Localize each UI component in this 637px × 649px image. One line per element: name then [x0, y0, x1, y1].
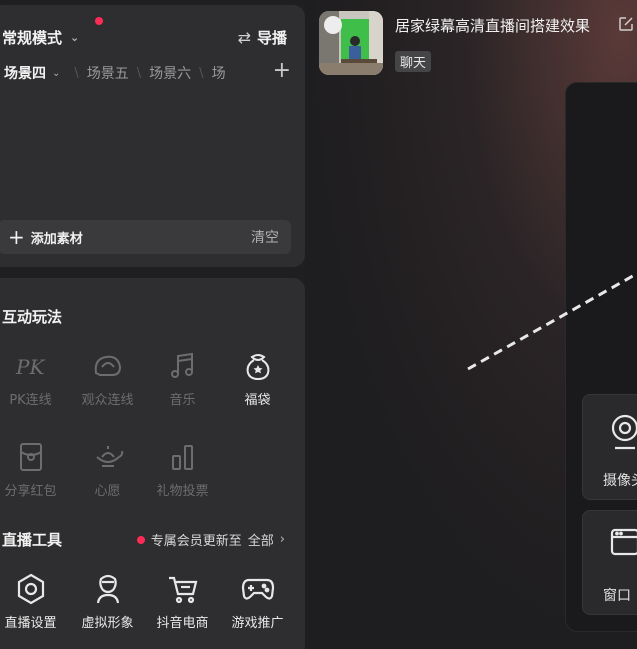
pk-icon: PK — [0, 350, 68, 382]
category-tag[interactable]: 聊天 — [395, 51, 432, 72]
live-settings-label: 直播设置 — [4, 616, 57, 631]
ecommerce-label: 抖音电商 — [156, 616, 209, 631]
gift-vote-icon — [145, 441, 220, 473]
window-icon — [610, 527, 637, 561]
add-material-bar: + 添加素材 清空 — [0, 220, 291, 254]
chevron-down-icon: ⌄ — [70, 31, 80, 44]
add-material-button[interactable]: 添加素材 — [31, 228, 83, 247]
tab-separator: \ — [136, 65, 142, 81]
source-card-camera[interactable]: 摄像头 — [582, 394, 637, 500]
virtual-avatar-label: 虚拟形象 — [81, 616, 134, 631]
camera-label: 摄像头 — [603, 473, 637, 489]
all-label: 全部 — [247, 534, 274, 549]
tab-scene-4[interactable]: 场景四 — [4, 63, 46, 83]
guide-label: 导播 — [256, 29, 287, 47]
lucky-bag-label: 福袋 — [244, 393, 271, 408]
add-scene-icon[interactable]: + — [273, 60, 291, 82]
notification-dot — [136, 535, 145, 544]
scene-panel: 常规模式 ⌄ ⇄ 导播 场景四 ⌄ \ 场景五 \ 场景六 \ 场 + + 添加… — [0, 5, 305, 267]
gamepad-icon — [220, 573, 295, 605]
interactive-panel: 互动玩法 PK PK连线 观众连线 音乐 福袋 分享红包 心愿 礼物投票 直播工… — [0, 278, 305, 649]
audience-link-button[interactable]: 观众连线 — [70, 350, 145, 408]
share-red-packet-label: 分享红包 — [4, 484, 57, 499]
tab-separator: \ — [199, 65, 204, 81]
clear-button[interactable]: 清空 — [251, 227, 279, 247]
notification-dot — [95, 17, 103, 25]
gift-vote-label: 礼物投票 — [156, 484, 209, 499]
mode-label: 常规模式 — [2, 29, 63, 47]
room-title: 居家绿幕高清直播间搭建效果 — [395, 17, 591, 35]
lucky-bag-icon — [220, 350, 295, 382]
chevron-down-icon[interactable]: ⌄ — [52, 68, 60, 79]
tab-scene-7[interactable]: 场 — [212, 63, 226, 83]
wish-button[interactable]: 心愿 — [70, 441, 145, 499]
tab-scene-5[interactable]: 场景五 — [87, 63, 129, 83]
room-thumbnail[interactable] — [319, 11, 383, 75]
source-card-window[interactable]: 窗口 — [582, 510, 637, 615]
svg-text:PK: PK — [15, 355, 45, 379]
chevron-right-icon: › — [279, 532, 285, 547]
cart-icon — [145, 573, 220, 605]
wish-label: 心愿 — [94, 484, 121, 499]
guide-dashed-line — [467, 271, 637, 371]
ecommerce-button[interactable]: 抖音电商 — [145, 573, 220, 631]
music-label: 音乐 — [169, 393, 196, 408]
tools-title: 直播工具 — [2, 531, 63, 549]
tab-scene-6[interactable]: 场景六 — [149, 63, 191, 83]
game-promo-label: 游戏推广 — [231, 616, 284, 631]
game-promo-button[interactable]: 游戏推广 — [220, 573, 295, 631]
plus-icon[interactable]: + — [8, 227, 25, 247]
scene-tabs: 场景四 ⌄ \ 场景五 \ 场景六 \ 场 — [4, 63, 289, 83]
vip-text: 专属会员更新至 — [150, 534, 242, 549]
edit-icon[interactable] — [618, 16, 634, 32]
interactive-title: 互动玩法 — [2, 308, 63, 326]
live-settings-button[interactable]: 直播设置 — [0, 573, 68, 631]
tab-separator: \ — [74, 65, 79, 81]
music-icon — [145, 350, 220, 382]
window-label: 窗口 — [603, 588, 631, 604]
red-packet-icon — [0, 441, 68, 473]
lucky-bag-button[interactable]: 福袋 — [220, 350, 295, 408]
audience-link-label: 观众连线 — [81, 393, 134, 408]
virtual-avatar-button[interactable]: 虚拟形象 — [70, 573, 145, 631]
mode-selector[interactable]: 常规模式 ⌄ — [2, 27, 79, 48]
guide-button[interactable]: ⇄ 导播 — [238, 27, 287, 48]
wish-lamp-icon — [70, 441, 145, 473]
avatar-icon — [70, 573, 145, 605]
gift-vote-button[interactable]: 礼物投票 — [145, 441, 220, 499]
share-red-packet-button[interactable]: 分享红包 — [0, 441, 68, 499]
switch-icon: ⇄ — [237, 28, 251, 47]
audience-link-icon — [70, 350, 145, 382]
vip-update-link[interactable]: 专属会员更新至 全部 › — [136, 530, 285, 549]
settings-hex-icon — [0, 573, 68, 605]
music-button[interactable]: 音乐 — [145, 350, 220, 408]
pk-link-label: PK连线 — [9, 393, 52, 408]
pk-link-button[interactable]: PK PK连线 — [0, 350, 68, 408]
camera-icon — [610, 413, 637, 455]
